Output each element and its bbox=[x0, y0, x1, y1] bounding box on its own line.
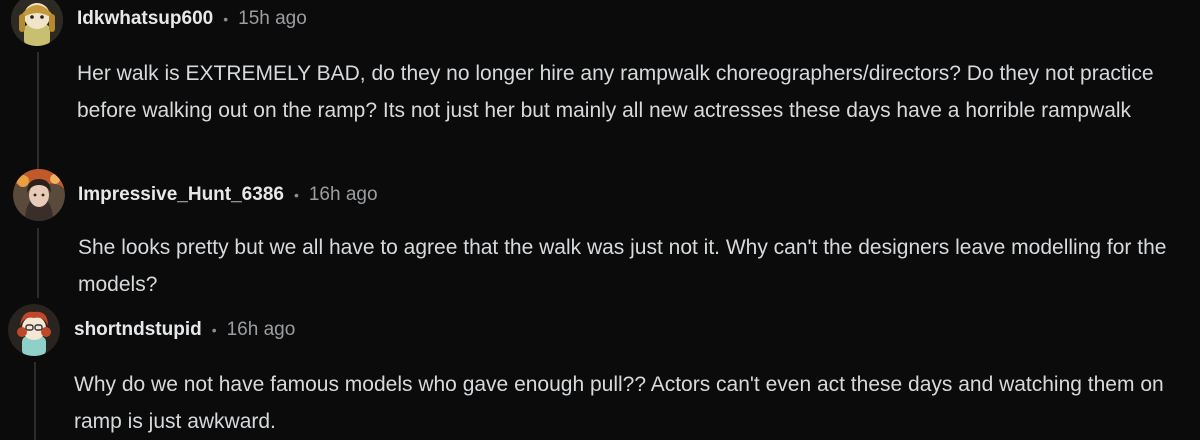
comment-meta: Impressive_Hunt_6386 • 16h ago bbox=[78, 184, 378, 206]
separator-dot: • bbox=[211, 322, 217, 338]
thread-line[interactable] bbox=[37, 52, 39, 170]
timestamp[interactable]: 16h ago bbox=[227, 319, 296, 341]
photo-avatar-woman-icon[interactable] bbox=[13, 169, 65, 221]
timestamp[interactable]: 16h ago bbox=[309, 184, 378, 206]
username[interactable]: Impressive_Hunt_6386 bbox=[78, 184, 284, 206]
separator-dot: • bbox=[293, 187, 299, 203]
comment-text: Her walk is EXTREMELY BAD, do they no lo… bbox=[77, 62, 1154, 122]
thread-line[interactable] bbox=[37, 228, 39, 298]
snoo-avatar-yellow-hat-icon[interactable] bbox=[11, 0, 63, 46]
thread-line[interactable] bbox=[34, 362, 36, 440]
comment-text: She looks pretty but we all have to agre… bbox=[78, 236, 1167, 296]
username[interactable]: Idkwhatsup600 bbox=[77, 8, 213, 30]
comment-meta: Idkwhatsup600 • 15h ago bbox=[77, 8, 307, 30]
username[interactable]: shortndstupid bbox=[74, 319, 202, 341]
comment-meta: shortndstupid • 16h ago bbox=[74, 319, 295, 341]
comment-text: Why do we not have famous models who gav… bbox=[74, 373, 1164, 433]
separator-dot: • bbox=[223, 11, 229, 27]
snoo-avatar-red-hair-icon[interactable] bbox=[8, 304, 60, 356]
timestamp[interactable]: 15h ago bbox=[238, 8, 307, 30]
